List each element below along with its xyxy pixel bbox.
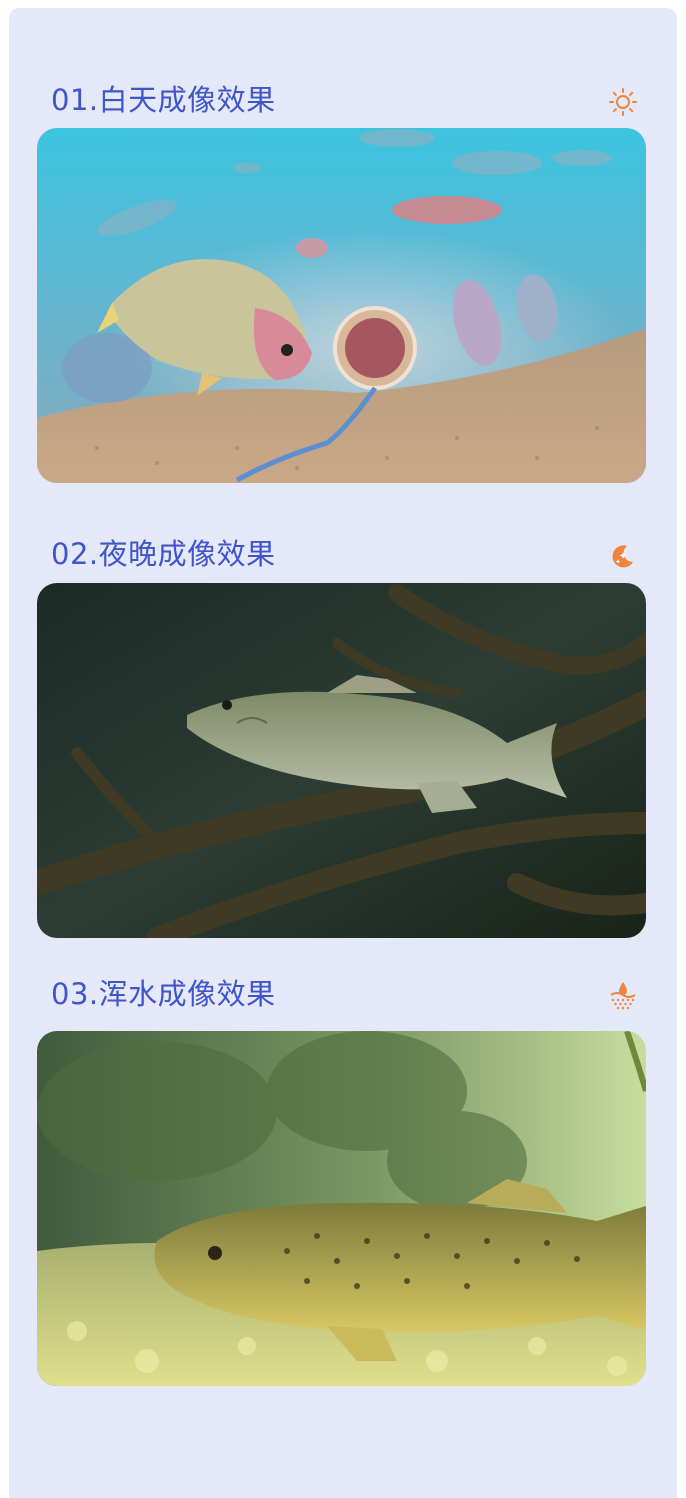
sun-icon bbox=[607, 86, 639, 118]
underwater-daytime-fish-photo bbox=[37, 128, 646, 483]
moon-stars-icon bbox=[607, 540, 639, 572]
underwater-murky-trout-photo bbox=[37, 1031, 646, 1386]
section-title: 01.白天成像效果 bbox=[51, 83, 276, 117]
page-container: 01.白天成像效果 02.夜晚成像效果 03.浑水成像效果 bbox=[9, 8, 677, 1498]
section-title: 02.夜晚成像效果 bbox=[51, 537, 276, 571]
water-drop-icon bbox=[607, 980, 639, 1012]
section-title: 03.浑水成像效果 bbox=[51, 977, 276, 1011]
underwater-night-bass-photo bbox=[37, 583, 646, 938]
